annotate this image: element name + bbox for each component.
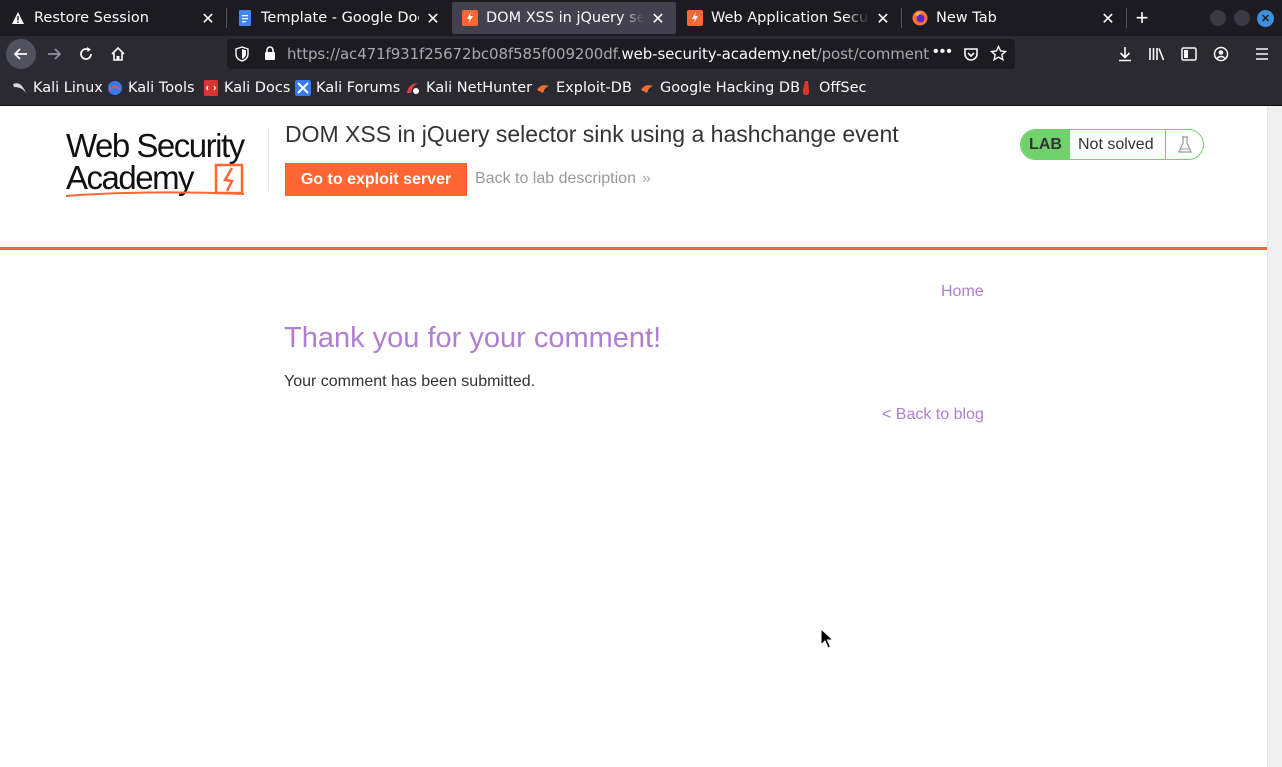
exploit-db-icon (535, 80, 551, 96)
lab-title: DOM XSS in jQuery selector sink using a … (285, 121, 899, 147)
bookmark-kali-docs[interactable]: Kali Docs (203, 80, 290, 96)
bookmark-exploit-db[interactable]: Exploit-DB (535, 80, 632, 96)
double-chevron-right-icon: » (641, 170, 651, 187)
tab-web-app-security[interactable]: Web Application Security ✕ (677, 2, 901, 34)
tab-dom-xss-lab[interactable]: DOM XSS in jQuery selector sink using a … (452, 2, 676, 34)
warning-icon (10, 10, 26, 26)
close-tab-icon[interactable]: ✕ (425, 9, 441, 28)
submitted-message: Your comment has been submitted. (284, 373, 536, 390)
tracking-shield-icon[interactable] (235, 46, 249, 67)
close-window-button[interactable]: ✕ (1257, 10, 1274, 27)
minimize-window-button[interactable] (1210, 10, 1226, 26)
bookmarks-toolbar: Kali Linux Kali Tools Kali Docs Kali For… (0, 72, 1282, 106)
downloads-icon[interactable] (1110, 39, 1140, 69)
flask-icon (1165, 130, 1203, 159)
mouse-pointer-icon (820, 627, 835, 650)
library-icon[interactable] (1142, 39, 1172, 69)
reload-icon[interactable] (71, 39, 101, 69)
maximize-window-button[interactable] (1234, 10, 1250, 26)
svg-text:Academy: Academy (66, 159, 195, 196)
bookmark-kali-nethunter[interactable]: Kali NetHunter (405, 80, 532, 96)
lock-icon[interactable] (264, 46, 276, 66)
header-orange-rule (0, 247, 1267, 250)
forward-arrow-icon[interactable] (39, 39, 69, 69)
kali-docs-icon (203, 80, 219, 96)
url-text[interactable]: https://ac471f931f25672bc08f585f009200df… (287, 45, 929, 63)
tab-new-tab[interactable]: New Tab ✕ (902, 2, 1126, 34)
new-tab-plus-icon[interactable]: + (1127, 3, 1157, 33)
sidebar-icon[interactable] (1174, 39, 1204, 69)
tab-title: New Tab (936, 10, 997, 26)
nethunter-icon (405, 80, 421, 96)
portswigger-icon (462, 10, 478, 26)
tab-title: Template - Google Docs (261, 10, 419, 26)
back-to-lab-description-link[interactable]: Back to lab description» (475, 170, 651, 188)
page-actions-menu-icon[interactable]: ••• (933, 43, 953, 61)
bookmark-kali-tools[interactable]: Kali Tools (107, 80, 195, 96)
account-icon[interactable] (1206, 39, 1236, 69)
tab-title: Restore Session (34, 10, 149, 26)
bookmark-offsec[interactable]: OffSec (798, 80, 867, 96)
firefox-icon (912, 10, 928, 26)
hamburger-menu-icon[interactable] (1247, 39, 1277, 69)
page-heading: Thank you for your comment! (284, 322, 662, 354)
navigation-toolbar: https://ac471f931f25672bc08f585f009200df… (0, 36, 1282, 72)
offsec-icon (798, 80, 814, 96)
bookmark-kali-forums[interactable]: Kali Forums (295, 80, 400, 96)
tab-bar: Restore Session ✕ Template - Google Docs… (0, 0, 1282, 36)
lab-status-widget: LAB Not solved (1020, 129, 1204, 160)
pocket-icon[interactable] (963, 46, 979, 67)
bookmark-kali-linux[interactable]: Kali Linux (12, 80, 103, 96)
back-to-blog-link[interactable]: < Back to blog (882, 406, 984, 424)
tab-restore-session[interactable]: Restore Session ✕ (0, 2, 226, 34)
ghdb-icon (639, 80, 655, 96)
home-link[interactable]: Home (941, 283, 984, 301)
portswigger-icon (687, 10, 703, 26)
tab-google-docs[interactable]: Template - Google Docs ✕ (227, 2, 451, 34)
google-docs-icon (237, 10, 253, 26)
header-divider (268, 128, 269, 190)
home-icon[interactable] (103, 39, 133, 69)
bookmark-google-hacking-db[interactable]: Google Hacking DB (639, 80, 800, 96)
go-to-exploit-server-button[interactable]: Go to exploit server (285, 163, 467, 196)
lab-badge-label: LAB (1021, 130, 1070, 159)
lab-status-text: Not solved (1078, 135, 1154, 153)
kali-dragon-icon (12, 80, 28, 96)
close-tab-icon[interactable]: ✕ (1100, 9, 1116, 28)
close-tab-icon[interactable]: ✕ (650, 9, 666, 28)
tab-title: Web Application Security (711, 10, 869, 26)
kali-forums-icon (295, 80, 311, 96)
web-page: Web Security Academy DOM XSS in jQuery s… (0, 106, 1267, 767)
back-arrow-icon[interactable] (6, 39, 36, 69)
url-bar[interactable]: https://ac471f931f25672bc08f585f009200df… (227, 39, 1015, 69)
bookmark-star-icon[interactable] (989, 44, 1008, 67)
web-security-academy-logo[interactable]: Web Security Academy (65, 126, 266, 198)
kali-tools-icon (107, 80, 123, 96)
close-tab-icon[interactable]: ✕ (875, 9, 891, 28)
browser-chrome: Restore Session ✕ Template - Google Docs… (0, 0, 1282, 106)
tab-title: DOM XSS in jQuery selector sink using a … (486, 10, 644, 26)
close-tab-icon[interactable]: ✕ (200, 9, 216, 28)
page-scrollbar[interactable] (1267, 106, 1282, 767)
